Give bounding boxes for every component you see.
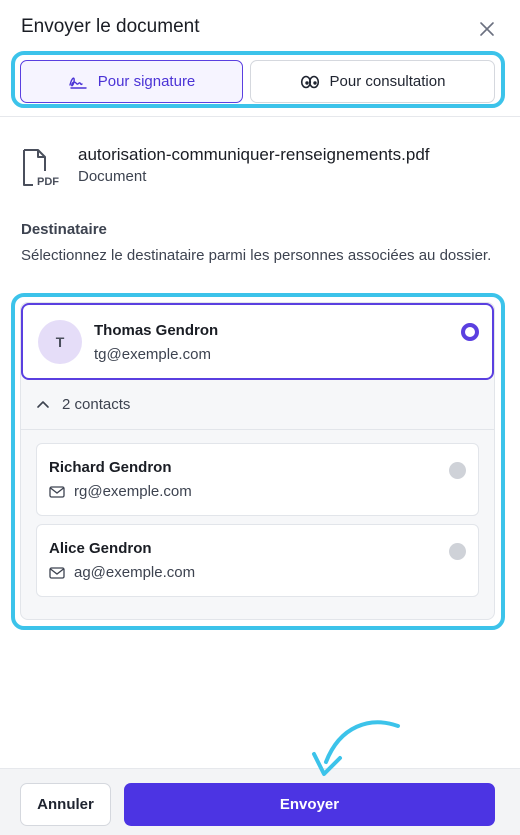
dialog-header: Envoyer le document — [0, 0, 520, 58]
envelope-icon — [49, 485, 65, 498]
header-divider — [0, 116, 520, 117]
chevron-up-icon — [37, 401, 49, 408]
recipient-section-description: Sélectionnez le destinataire parmi les p… — [21, 247, 492, 264]
contacts-toggle[interactable]: 2 contacts — [36, 393, 130, 415]
contact-email: rg@exemple.com — [74, 483, 192, 500]
tab-pour-consultation[interactable]: Pour consultation — [250, 60, 495, 103]
eyes-icon — [300, 75, 319, 88]
tab-label: Pour signature — [97, 73, 196, 90]
contact-radio[interactable] — [449, 543, 466, 560]
pdf-icon-text: PDF — [37, 176, 59, 188]
avatar: T — [38, 320, 82, 364]
send-button[interactable]: Envoyer — [124, 783, 495, 826]
pdf-file-icon: PDF — [23, 149, 59, 188]
contacts-divider — [21, 429, 494, 430]
main-recipient-name: Thomas Gendron — [94, 322, 219, 339]
tab-label: Pour consultation — [329, 73, 446, 90]
contact-name: Alice Gendron — [49, 540, 152, 557]
contacts-toggle-label: 2 contacts — [62, 395, 131, 413]
contact-email: ag@exemple.com — [74, 564, 196, 581]
contact-name: Richard Gendron — [49, 459, 172, 476]
envelope-icon — [49, 566, 65, 579]
annotation-arrow-icon — [312, 720, 400, 776]
contact-radio[interactable] — [449, 462, 466, 479]
signature-icon — [69, 77, 87, 89]
contact-card-richard[interactable]: Richard Gendron rg@exemple.com — [36, 443, 479, 516]
recipient-section-label: Destinataire — [21, 221, 107, 238]
contact-email-row: ag@exemple.com — [49, 564, 195, 581]
main-recipient-card[interactable]: T Thomas Gendron tg@exemple.com — [21, 303, 494, 380]
cancel-button[interactable]: Annuler — [20, 783, 111, 826]
contact-card-alice[interactable]: Alice Gendron ag@exemple.com — [36, 524, 479, 597]
document-type: Document — [78, 168, 147, 185]
dialog-title: Envoyer le document — [21, 16, 200, 37]
main-recipient-email: tg@exemple.com — [94, 346, 211, 363]
main-recipient-radio[interactable] — [461, 323, 479, 341]
close-icon[interactable] — [476, 18, 498, 40]
contact-email-row: rg@exemple.com — [49, 483, 192, 500]
tab-pour-signature[interactable]: Pour signature — [20, 60, 243, 103]
document-name: autorisation-communiquer-renseignements.… — [78, 145, 430, 164]
